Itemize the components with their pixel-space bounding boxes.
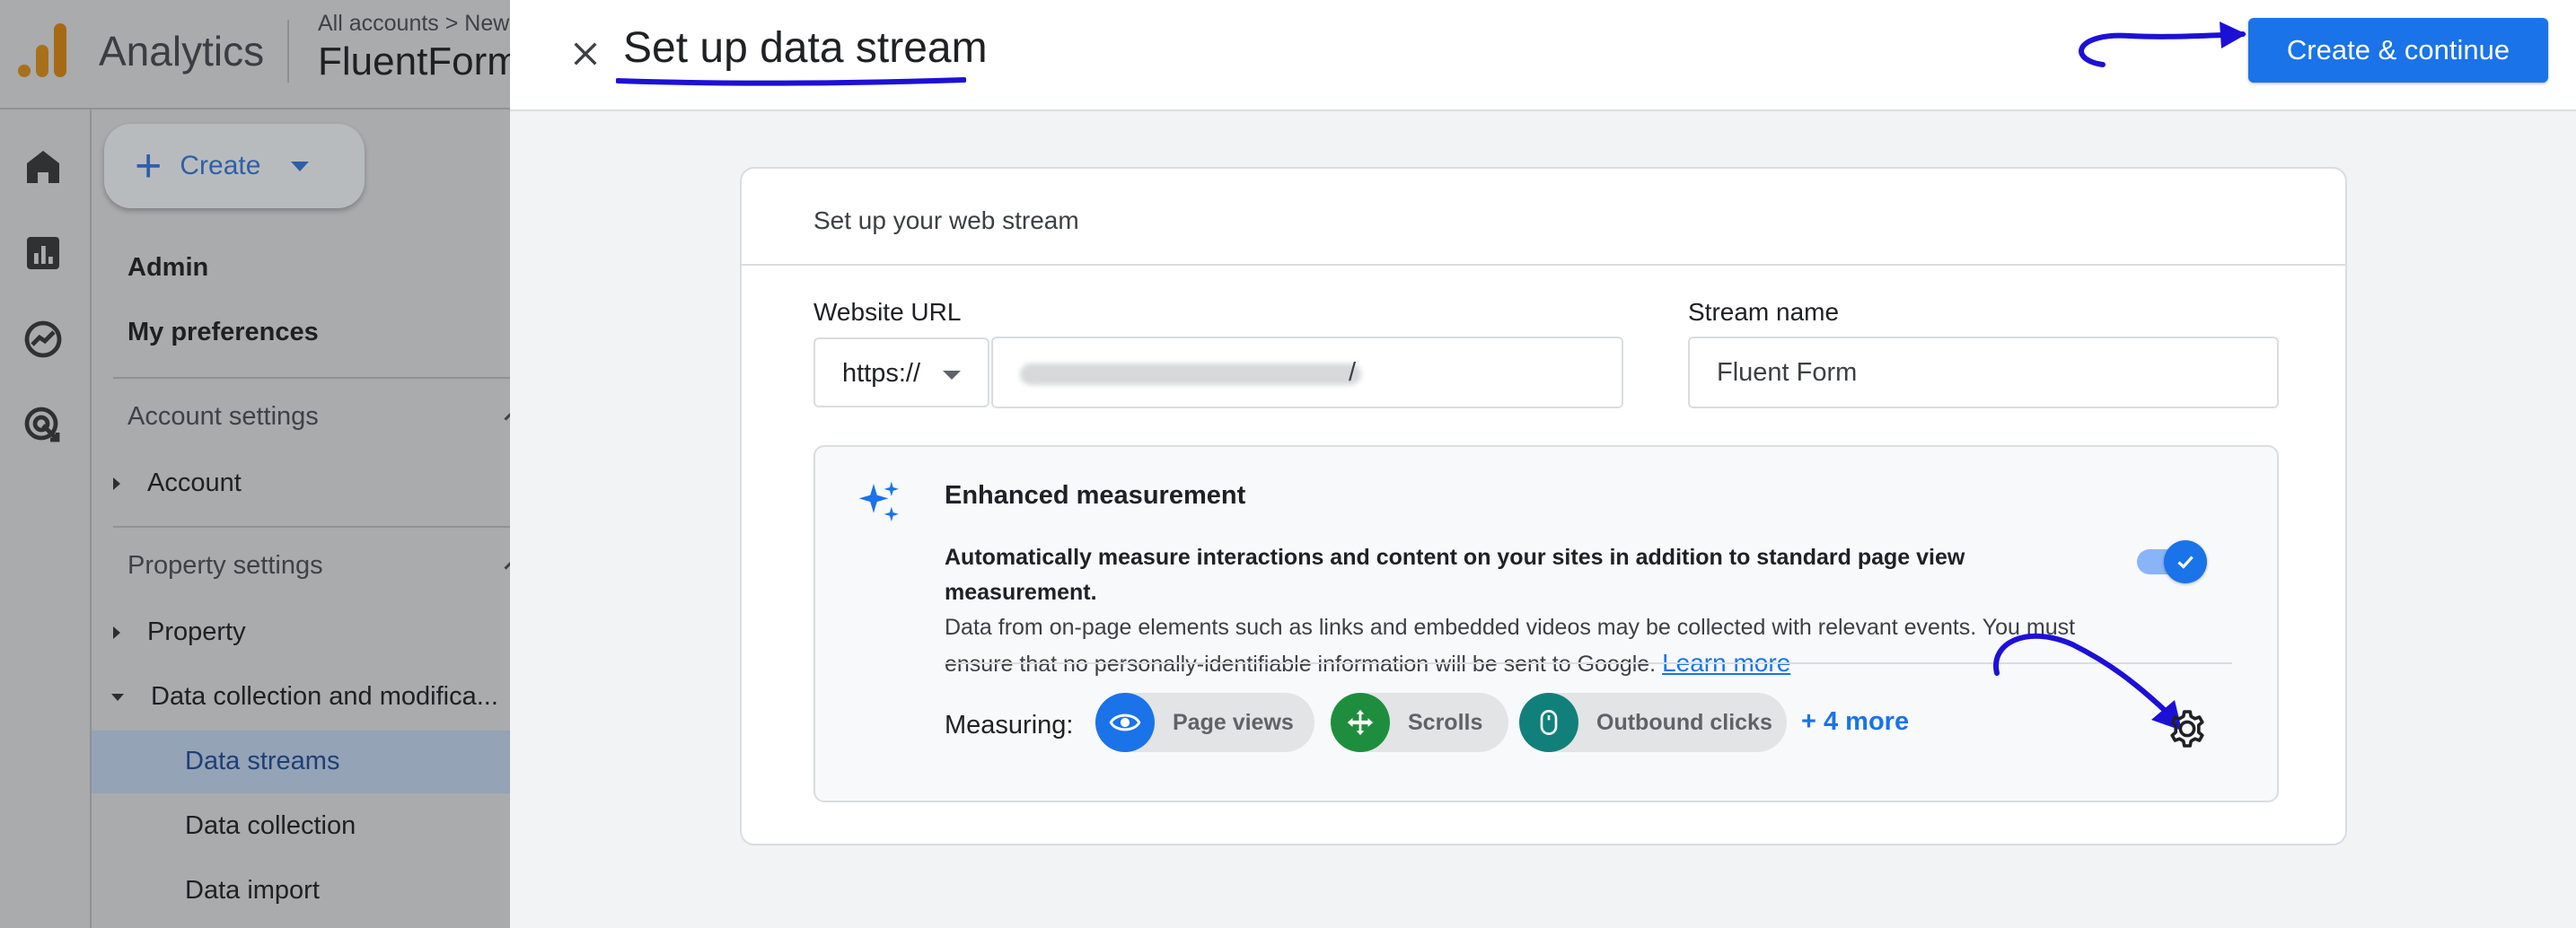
- section-label: Account settings: [127, 402, 319, 431]
- page-title: Set up data stream: [623, 24, 988, 72]
- chip-outbound-clicks[interactable]: Outbound clicks: [1519, 693, 1787, 752]
- divider: [113, 526, 539, 528]
- close-icon: [574, 42, 597, 66]
- divider: [113, 377, 539, 379]
- eye-icon: [1095, 693, 1155, 752]
- mouse-icon: [1519, 693, 1578, 752]
- sparkle-icon: [858, 481, 899, 521]
- chip-scrolls[interactable]: Scrolls: [1331, 693, 1508, 752]
- create-continue-button[interactable]: Create & continue: [2248, 18, 2548, 83]
- card-header: Set up your web stream: [742, 169, 2345, 266]
- advertising-icon[interactable]: [22, 404, 65, 447]
- enhanced-measurement-description: Automatically measure interactions and c…: [945, 540, 2103, 682]
- breadcrumb[interactable]: All accounts > New: [318, 11, 509, 37]
- chip-label: Outbound clicks: [1596, 710, 1772, 735]
- annotation-arrow: [1993, 633, 2182, 731]
- top-bar: Analytics All accounts > New FluentForm: [0, 0, 539, 109]
- more-measurements-link[interactable]: + 4 more: [1801, 707, 1909, 737]
- chip-label: Scrolls: [1408, 710, 1483, 735]
- website-url-label: Website URL: [813, 298, 962, 326]
- sidebar-item-my-preferences[interactable]: My preferences: [127, 318, 575, 347]
- app-name: Analytics: [99, 28, 265, 74]
- sidebar-item-account[interactable]: Account: [113, 468, 560, 498]
- sidebar-item-label: Account: [147, 468, 242, 497]
- annotation-underline: [616, 77, 966, 86]
- check-icon: [2177, 556, 2194, 569]
- section-label: Property settings: [127, 551, 323, 580]
- reports-icon[interactable]: [22, 232, 65, 275]
- panel-header: Set up data stream Create & continue: [510, 0, 2576, 111]
- analytics-logo-icon: [18, 23, 68, 77]
- create-button[interactable]: + Create: [104, 124, 365, 208]
- stream-name-label: Stream name: [1688, 298, 1840, 326]
- stream-name-input[interactable]: [1688, 337, 2279, 408]
- protocol-select[interactable]: https://: [813, 337, 989, 407]
- analytics-shell: Analytics All accounts > New FluentForm …: [0, 0, 539, 928]
- web-stream-card: Set up your web stream Website URL https…: [740, 167, 2347, 845]
- nav-rail: [0, 109, 92, 928]
- chevron-down-icon: [291, 161, 310, 171]
- scroll-move-icon: [1331, 693, 1390, 752]
- sidebar-item-label: Property: [147, 617, 246, 646]
- card-title: Set up your web stream: [813, 206, 1079, 234]
- explore-icon[interactable]: [22, 318, 65, 361]
- sidebar-item-label: Data collection and modifica...: [151, 682, 498, 711]
- settings-gear-icon[interactable]: [2166, 707, 2209, 750]
- enhanced-measurement-toggle[interactable]: [2137, 540, 2207, 583]
- setup-data-stream-panel: Set up data stream Create & continue Set…: [510, 0, 2576, 928]
- create-button-label: Create: [180, 151, 261, 180]
- topbar-divider: [287, 20, 289, 83]
- sidebar-item-admin[interactable]: Admin: [127, 253, 575, 283]
- sidebar-item-data-collection-modification[interactable]: Data collection and modifica...: [111, 682, 558, 712]
- chip-label: Page views: [1173, 710, 1294, 735]
- admin-sidebar: + Create Admin My preferences Account se…: [92, 109, 539, 928]
- chip-page-views[interactable]: Page views: [1095, 693, 1314, 752]
- expand-arrow-icon: [113, 626, 120, 640]
- dropdown-arrow-icon: [943, 371, 961, 380]
- property-selector[interactable]: FluentForm: [318, 39, 520, 84]
- website-url-input[interactable]: /: [991, 337, 1623, 408]
- protocol-value: https://: [842, 359, 921, 388]
- collapse-arrow-icon: [111, 694, 124, 702]
- redacted-url: [1020, 363, 1361, 385]
- plus-icon: +: [135, 140, 163, 192]
- home-icon[interactable]: [22, 145, 65, 188]
- expand-arrow-icon: [113, 477, 120, 491]
- url-visible-tail: /: [1349, 358, 1357, 387]
- annotation-arrow: [2079, 22, 2246, 67]
- sidebar-item-property[interactable]: Property: [113, 617, 560, 647]
- description-bold: Automatically measure interactions and c…: [945, 545, 1965, 605]
- toggle-knob: [2164, 540, 2207, 583]
- description-text: Data from on-page elements such as links…: [945, 615, 2076, 677]
- enhanced-measurement-title: Enhanced measurement: [945, 481, 1246, 510]
- enhanced-measurement-section: Enhanced measurement Automatically measu…: [813, 445, 2279, 802]
- measuring-label: Measuring:: [945, 711, 1074, 740]
- close-button[interactable]: [560, 29, 611, 79]
